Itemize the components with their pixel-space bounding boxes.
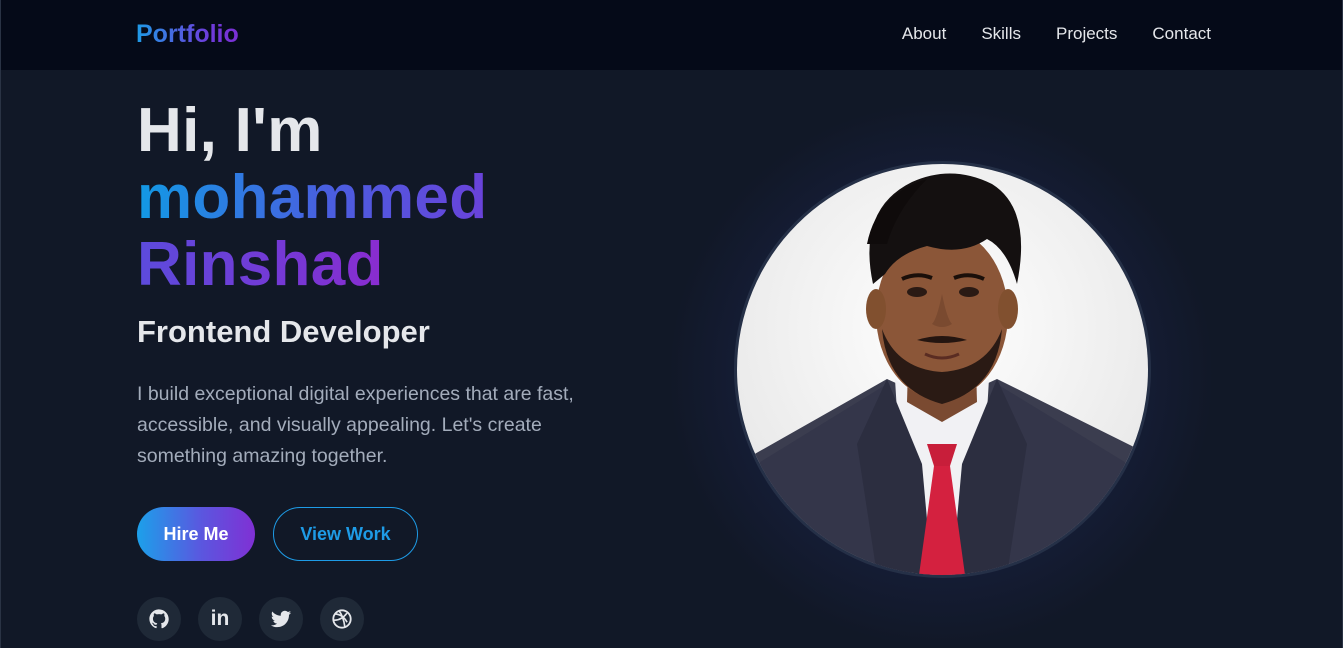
logo[interactable]: Portfolio: [136, 20, 239, 49]
twitter-button[interactable]: [259, 597, 303, 641]
github-icon: [149, 609, 169, 629]
hire-me-button[interactable]: Hire Me: [137, 507, 255, 561]
navbar: Portfolio About Skills Projects Contact: [1, 0, 1342, 70]
profile-photo: [734, 161, 1151, 578]
hero-bio: I build exceptional digital experiences …: [137, 383, 574, 467]
linkedin-button[interactable]: in: [198, 597, 242, 641]
nav-link-skills[interactable]: Skills: [981, 24, 1021, 44]
hero-first-name: mohammed: [137, 163, 488, 232]
view-work-button[interactable]: View Work: [273, 507, 418, 561]
nav-link-projects[interactable]: Projects: [1056, 24, 1117, 44]
hero-role: Frontend Developer: [137, 314, 430, 349]
twitter-icon: [270, 610, 292, 628]
portfolio-page: Portfolio About Skills Projects Contact …: [0, 0, 1343, 648]
dribbble-button[interactable]: [320, 597, 364, 641]
nav-links: About Skills Projects Contact: [902, 24, 1211, 44]
linkedin-icon: in: [210, 607, 230, 630]
nav-link-about[interactable]: About: [902, 24, 946, 44]
hero-greeting: Hi, I'm: [137, 96, 323, 165]
github-button[interactable]: [137, 597, 181, 641]
social-links: in: [137, 597, 364, 641]
hero-title: Hi, I'm mohammed Rinshad: [137, 97, 487, 298]
nav-link-contact[interactable]: Contact: [1152, 24, 1211, 44]
hero-last-name: Rinshad: [137, 230, 384, 299]
dribbble-icon: [332, 609, 352, 629]
